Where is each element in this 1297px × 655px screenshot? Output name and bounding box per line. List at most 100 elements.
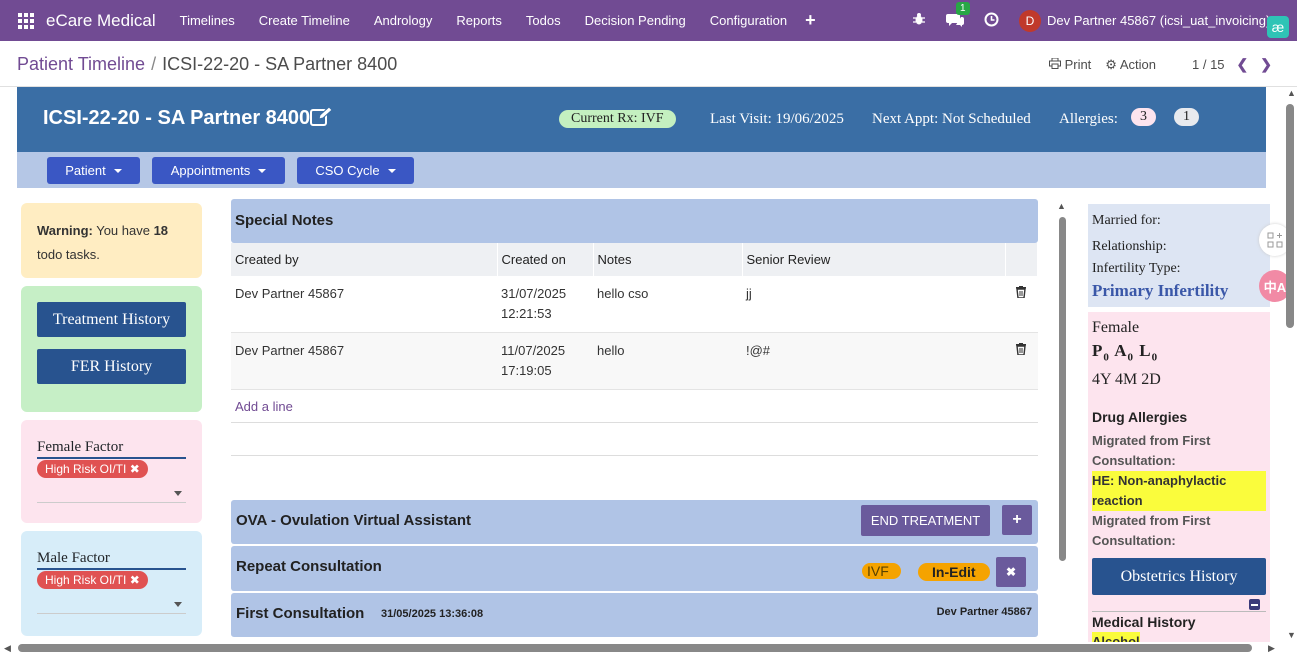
cso-cycle-dropdown[interactable]: CSO Cycle: [297, 157, 414, 184]
action-label: Action: [1119, 56, 1156, 72]
breadcrumb-current: ICSI-22-20 - SA Partner 8400: [162, 54, 398, 74]
scroll-right-icon[interactable]: ▶: [1268, 643, 1275, 654]
first-consultation-title: First Consultation: [236, 605, 365, 622]
control-panel: Patient Timeline / ICSI-22-20 - SA Partner…: [0, 41, 1297, 87]
male-factor-select[interactable]: [37, 613, 186, 614]
menu-todos[interactable]: Todos: [514, 13, 573, 28]
drug-allergies-title: Drug Allergies: [1092, 409, 1188, 426]
repeat-consultation-header[interactable]: Repeat Consultation IVF In-Edit ✖: [231, 546, 1038, 591]
extension-ae-icon[interactable]: æ: [1267, 16, 1289, 38]
warning-bold: Warning:: [37, 223, 93, 238]
add-ova-button[interactable]: +: [1002, 505, 1032, 535]
obstetrics-history-button[interactable]: Obstetrics History: [1092, 558, 1266, 596]
menu-andrology[interactable]: Andrology: [362, 13, 445, 28]
fer-history-button[interactable]: FER History: [37, 349, 186, 384]
delete-row-icon[interactable]: [1005, 276, 1038, 333]
delete-row-icon[interactable]: [1005, 332, 1038, 390]
appointments-dropdown[interactable]: Appointments: [152, 157, 285, 184]
caret-down-icon[interactable]: [174, 491, 182, 496]
main-scrollbar[interactable]: ▲ ▼: [1284, 88, 1297, 640]
patient-title: ICSI-22-20 - SA Partner 8400: [43, 107, 311, 129]
todo-warning: Warning: You have 18 todo tasks.: [21, 203, 202, 278]
married-for-label: Married for:: [1092, 213, 1161, 228]
breadcrumb-root[interactable]: Patient Timeline: [17, 54, 145, 74]
print-button[interactable]: Print: [1048, 57, 1091, 72]
scroll-down-icon[interactable]: ▼: [1287, 630, 1296, 640]
medical-history-title: Medical History: [1092, 611, 1266, 632]
horizontal-scrollbar[interactable]: ◀ ▶: [0, 641, 1284, 655]
cell-time: 12:21:53: [501, 306, 552, 321]
col-notes[interactable]: Notes: [593, 243, 743, 276]
caret-down-icon: [387, 168, 396, 173]
col-created-by[interactable]: Created by: [231, 243, 498, 276]
remove-tag-icon[interactable]: ✖: [130, 573, 140, 587]
ova-section-header[interactable]: OVA - Ovulation Virtual Assistant END TR…: [231, 500, 1038, 544]
top-navbar: eCare Medical Timelines Create Timeline …: [0, 0, 1297, 41]
pal-l: L: [1139, 341, 1152, 360]
menu-reports[interactable]: Reports: [444, 13, 514, 28]
menu-decision-pending[interactable]: Decision Pending: [573, 13, 698, 28]
last-visit: Last Visit: 19/06/2025: [710, 111, 844, 127]
allergy-count-badge-2[interactable]: 1: [1174, 108, 1199, 126]
menu-timelines[interactable]: Timelines: [168, 13, 247, 28]
next-appointment: Next Appt: Not Scheduled: [872, 111, 1031, 127]
infertility-card: Married for: Relationship: Infertility T…: [1088, 204, 1270, 307]
apps-menu-icon[interactable]: [18, 12, 34, 29]
quick-create-plus-icon[interactable]: +: [805, 10, 816, 31]
first-consultation-header[interactable]: First Consultation 31/05/2025 13:36:08 D…: [231, 593, 1038, 637]
caret-down-icon: [258, 168, 267, 173]
menu-configuration[interactable]: Configuration: [698, 13, 799, 28]
cell-time: 17:19:05: [501, 363, 552, 378]
collapse-icon[interactable]: [1092, 598, 1266, 611]
cell-created-on: 11/07/2025 17:19:05: [497, 332, 593, 390]
female-factor-tag-text: High Risk OI/TI: [45, 462, 127, 476]
clock-icon[interactable]: [984, 12, 999, 30]
menu-create-timeline[interactable]: Create Timeline: [247, 13, 362, 28]
scroll-up-icon[interactable]: ▲: [1057, 201, 1066, 211]
table-row[interactable]: Dev Partner 45867 31/07/2025 12:21:53 hel…: [231, 276, 1038, 333]
first-consultation-date: 31/05/2025 13:36:08: [381, 608, 484, 620]
scroll-up-icon[interactable]: ▲: [1287, 88, 1296, 98]
main-scroll-thumb[interactable]: [1286, 104, 1294, 328]
brand-name[interactable]: eCare Medical: [46, 11, 156, 31]
female-factor-select[interactable]: [37, 502, 186, 503]
migrated-note-2: Migrated from First Consultation:: [1092, 513, 1211, 549]
edit-icon[interactable]: [310, 107, 332, 127]
center-scrollbar[interactable]: ▲: [1057, 201, 1067, 561]
caret-down-icon[interactable]: [174, 602, 182, 607]
action-button[interactable]: ⚙ Action: [1105, 57, 1156, 73]
table-row[interactable]: Dev Partner 45867 11/07/2025 17:19:05 hel…: [231, 332, 1038, 390]
pager-prev-icon[interactable]: ❮: [1237, 56, 1249, 73]
remove-tag-icon[interactable]: ✖: [130, 462, 140, 476]
user-name[interactable]: Dev Partner 45867 (icsi_uat_invoicing): [1047, 13, 1297, 28]
treatment-history-button[interactable]: Treatment History: [37, 302, 186, 337]
col-senior-review[interactable]: Senior Review: [742, 243, 1006, 276]
close-consultation-button[interactable]: ✖: [996, 557, 1026, 587]
cell-notes: hello cso: [593, 276, 742, 333]
female-factor-card: Female Factor High Risk OI/TI ✖: [21, 420, 202, 523]
scroll-left-icon[interactable]: ◀: [4, 643, 11, 654]
col-created-on[interactable]: Created on: [497, 243, 594, 276]
infertility-type-label: Infertility Type:: [1092, 261, 1181, 276]
cell-created-by: Dev Partner 45867: [231, 332, 497, 390]
migrated-note: Migrated from First Consultation:: [1092, 433, 1211, 469]
bug-icon[interactable]: [912, 12, 926, 29]
pager-counter[interactable]: 1 / 15: [1192, 57, 1225, 72]
user-avatar[interactable]: D: [1019, 9, 1041, 32]
allergy-count-badge[interactable]: 3: [1131, 108, 1156, 126]
current-rx-badge: Current Rx: IVF: [559, 110, 676, 128]
col-actions: [1005, 243, 1038, 276]
horizontal-scroll-thumb[interactable]: [18, 644, 1252, 652]
end-treatment-button[interactable]: END TREATMENT: [861, 505, 990, 536]
pager-next-icon[interactable]: ❯: [1260, 56, 1272, 73]
center-scroll-thumb[interactable]: [1059, 217, 1066, 561]
add-line-link[interactable]: Add a line: [231, 390, 1038, 423]
male-factor-card: Male Factor High Risk OI/TI ✖: [21, 531, 202, 636]
relationship-label: Relationship:: [1092, 239, 1167, 254]
special-notes-title: Special Notes: [231, 199, 1038, 243]
pal-l-value: 0: [1151, 351, 1159, 364]
patient-dropdown[interactable]: Patient: [47, 157, 140, 184]
in-edit-badge: In-Edit: [918, 563, 990, 581]
print-icon: [1048, 57, 1061, 69]
chat-icon[interactable]: 1: [946, 1, 970, 30]
